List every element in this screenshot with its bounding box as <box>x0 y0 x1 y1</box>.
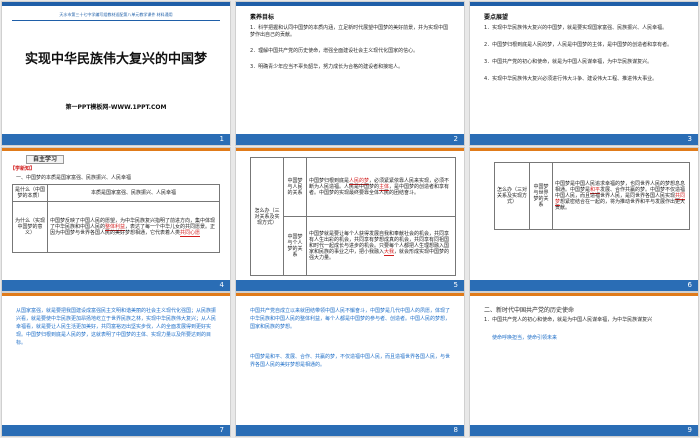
slide-number: 5 <box>453 281 458 289</box>
slide-thumbnail-6[interactable]: 怎么办（三对关系及实现方式） 中国梦与世界梦的关系 中国梦是中国人民追求幸福的梦… <box>470 148 698 291</box>
slide-heading: 素养目标 <box>250 14 275 21</box>
slide-footer: 9 <box>470 425 698 436</box>
slide-top-accent <box>470 293 698 296</box>
slide-top-accent <box>236 2 464 6</box>
banner-underline <box>12 20 220 21</box>
relation-label-individual: 中国梦与个人梦的关系 <box>283 216 307 276</box>
slide-heading: 要点展望 <box>484 14 509 21</box>
row-label-why: 为什么（实现中国梦的意义） <box>12 201 48 253</box>
row-text-why: 中国梦反映了中国人民的愿望，为中华民族复兴指明了前进方向，集中体现了中华民族和中… <box>47 201 220 253</box>
key-point-3: 3．中国共产党的初心和使命，就是为中国人民谋幸福，为中华民族谋复兴。 <box>484 59 653 65</box>
slide-thumbnail-4[interactable]: 自主学习 【学新知】 一、中国梦的本质是国家富强、民族振兴、人民幸福 是什么（中… <box>2 148 230 291</box>
slide-thumbnail-5[interactable]: 怎么办（三对关系及实现方式） 中国梦与人民的关系 中国梦归根到底是人民的梦，必须… <box>236 148 464 291</box>
knowledge-table: 是什么（中国梦的本质） 本质是国家富强、民族振兴、人民幸福 为什么（实现中国梦的… <box>12 184 220 253</box>
slide-number: 9 <box>687 426 692 434</box>
explanation-paragraph-1: 中国共产党自成立以来就团结带领中国人民不懈奋斗，中国梦是几代中国人的夙愿，体现了… <box>250 308 451 330</box>
slide-top-accent <box>470 148 698 151</box>
slide-banner-text: 天水市第三十七中学编写组教材适配第八单元教学课件 材料通用 <box>59 12 173 17</box>
relation-text-world: 中国梦是中国人民追求幸福的梦，也同世界人民的梦想息息相通。中国梦是和平发展、合作… <box>552 162 690 230</box>
slide-number: 6 <box>687 281 692 289</box>
row-text-what: 本质是国家富强、民族振兴、人民幸福 <box>47 184 220 202</box>
slide-footer: 8 <box>236 425 464 436</box>
slide-footer: 5 <box>236 280 464 291</box>
slide-top-accent <box>2 293 230 296</box>
slide-number: 4 <box>219 281 224 289</box>
objective-line-2: 2．理解中国共产党的历史使命，增强全面建设社会主义现代化国家的信心。 <box>250 48 419 54</box>
question-1: 一、中国梦的本质是国家富强、民族振兴、人民幸福 <box>16 175 132 181</box>
key-point-1: 1．实现中华民族伟大复兴的中国梦，就是要实现国家富强、民族振兴、人民幸福。 <box>484 25 668 31</box>
slide-number: 2 <box>453 135 458 143</box>
slide-top-accent <box>470 2 698 6</box>
row-label-what: 是什么（中国梦的本质） <box>12 184 48 202</box>
relation-text-people: 中国梦归根到底是人民的梦，必须紧紧依靠人民来实现，必须不断为人民造福。人民是中国… <box>306 157 456 217</box>
slide-thumbnail-1[interactable]: 天水市第三十七中学编写组教材适配第八单元教学课件 材料通用 实现中华民族伟大复兴… <box>2 2 230 145</box>
slide-footer: 4 <box>2 280 230 291</box>
objective-line-3: 3．明确青少年应当不辜负韶华，努力成长为合格的建设者和接班人。 <box>250 64 404 70</box>
slide-footer: 3 <box>470 134 698 145</box>
section-label: 【学新知】 <box>10 166 36 172</box>
slide-title: 实现中华民族伟大复兴的中国梦 <box>24 52 207 67</box>
slide-number: 3 <box>687 135 692 143</box>
world-relation-table: 怎么办（三对关系及实现方式） 中国梦与世界梦的关系 中国梦是中国人民追求幸福的梦… <box>494 162 690 230</box>
highlight-term-2: 共同心愿 <box>180 230 201 237</box>
relation-table: 怎么办（三对关系及实现方式） 中国梦与人民的关系 中国梦归根到底是人民的梦，必须… <box>250 157 456 276</box>
self-study-tab: 自主学习 <box>26 155 65 164</box>
slide-footer: 1 <box>2 134 230 145</box>
slide-site-text: 第一PPT模板网-WWW.1PPT.COM <box>65 104 167 111</box>
mission-line-2: 使命呼唤担当，使命引领未来 <box>492 335 558 341</box>
slide-top-accent <box>2 148 230 151</box>
slide-thumbnail-8[interactable]: 中国共产党自成立以来就团结带领中国人民不懈奋斗，中国梦是几代中国人的夙愿，体现了… <box>236 293 464 436</box>
explanation-paragraph: 从国家富强，就是要把我国建设成富强民主文明和谐美丽的社会主义现代化强国；从民族振… <box>16 308 217 346</box>
slide-footer: 6 <box>470 280 698 291</box>
slide-thumbnail-2[interactable]: 素养目标 1．科学把握和认同中国梦的本质内涵，立足新时代展望中国梦的美好前景，并… <box>236 2 464 145</box>
objective-line-1: 1．科学把握和认同中国梦的本质内涵，立足新时代展望中国梦的美好前景，并为实现中国… <box>250 25 449 38</box>
section-heading: 二、新时代中国共产党的历史使命 <box>484 307 575 314</box>
slide-thumbnail-3[interactable]: 要点展望 1．实现中华民族伟大复兴的中国梦，就是要实现国家富强、民族振兴、人民幸… <box>470 2 698 145</box>
slide-top-accent <box>236 148 464 151</box>
relation-label-world: 中国梦与世界梦的关系 <box>529 162 553 230</box>
mission-line-1: 1．中国共产党人的初心和使命，就是为中国人民谋幸福，为中华民族谋复兴 <box>484 317 653 323</box>
slide-thumbnail-7[interactable]: 从国家富强，就是要把我国建设成富强民主文明和谐美丽的社会主义现代化强国；从民族振… <box>2 293 230 436</box>
slide-grid: 天水市第三十七中学编写组教材适配第八单元教学课件 材料通用 实现中华民族伟大复兴… <box>0 0 700 438</box>
left-category-label: 怎么办（三对关系及实现方式） <box>250 157 284 276</box>
slide-number: 8 <box>453 426 458 434</box>
slide-number: 1 <box>219 135 224 143</box>
slide-footer: 2 <box>236 134 464 145</box>
slide-thumbnail-9[interactable]: 二、新时代中国共产党的历史使命 1．中国共产党人的初心和使命，就是为中国人民谋幸… <box>470 293 698 436</box>
explanation-paragraph-2: 中国梦是和平、发展、合作、共赢的梦，不仅造福中国人民，而且造福世界各国人民，与世… <box>250 354 451 368</box>
slide-top-accent <box>236 293 464 296</box>
left-category-label: 怎么办（三对关系及实现方式） <box>494 162 530 230</box>
highlight-term-3: 大我 <box>384 249 395 256</box>
slide-footer: 7 <box>2 425 230 436</box>
relation-text-world-post: 想紧密结合在一起的，将为推动世界和平与发展作出更大贡献。 <box>555 199 686 211</box>
slide-top-accent <box>2 2 230 6</box>
relation-label-people: 中国梦与人民的关系 <box>283 157 307 217</box>
slide-number: 7 <box>219 426 224 434</box>
key-point-2: 2．中国梦归根到底是人民的梦，人民是中国梦的主体，是中国梦的创造者和享有者。 <box>484 42 673 48</box>
key-point-4: 4．实现中华民族伟大复兴必须进行伟大斗争、建设伟大工程、推进伟大事业。 <box>484 76 658 82</box>
relation-text-individual: 中国梦就是要让每个人获得发展自我和奉献社会的机会，共同享有人生出彩的机会，共同享… <box>306 216 456 276</box>
